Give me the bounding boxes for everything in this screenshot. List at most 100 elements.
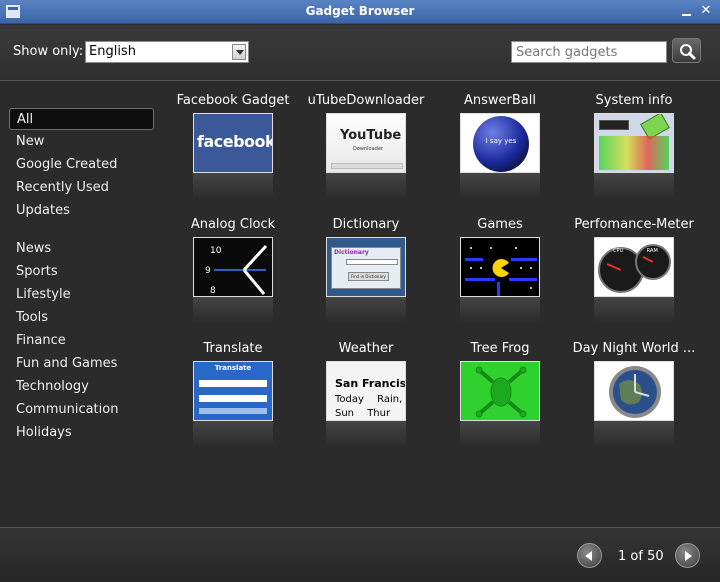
games-thumbnail[interactable] [460, 237, 540, 297]
dictionary-thumbnail[interactable]: Dictionary Find in Dictionary [326, 237, 406, 297]
category-fun-and-games[interactable]: Fun and Games [9, 353, 154, 375]
category-all[interactable]: All [9, 108, 154, 130]
weather-thumbnail[interactable]: San Francisco Today Rain, Sun Thur [326, 361, 406, 421]
analog-clock-thumbnail[interactable]: 10 9 8 [193, 237, 273, 297]
performance-meter-thumbnail[interactable]: CPU RAM [594, 237, 674, 297]
page-indicator: 1 of 50 [618, 549, 664, 564]
gadget-tile[interactable]: System info [567, 93, 701, 217]
gadget-tile[interactable]: Analog Clock 10 9 8 [166, 217, 300, 341]
gadget-name: System info [595, 93, 673, 108]
dictionary-panel: Dictionary Find in Dictionary [331, 247, 401, 289]
gadget-tile[interactable]: Perfomance-Meter CPU RAM [567, 217, 701, 341]
gadget-name: Facebook Gadget [176, 93, 290, 108]
gadget-tile[interactable]: Dictionary Dictionary Find in Dictionary [299, 217, 433, 341]
category-google-created[interactable]: Google Created [9, 154, 154, 176]
close-button[interactable]: ✕ [699, 4, 713, 18]
thumbnail-reflection [594, 421, 674, 447]
gadget-tile[interactable]: Weather San Francisco Today Rain, Sun Th… [299, 341, 433, 465]
category-news[interactable]: News [9, 238, 154, 260]
search-icon [680, 44, 696, 60]
pacman-icon [465, 247, 537, 296]
tree-frog-thumbnail[interactable] [460, 361, 540, 421]
thumbnail-reflection [460, 173, 540, 199]
minimize-button[interactable] [681, 4, 693, 18]
thumbnail-text: Dictionary [334, 249, 369, 256]
gadget-name: Perfomance-Meter [574, 217, 694, 232]
category-finance[interactable]: Finance [9, 330, 154, 352]
frog-icon [475, 366, 527, 418]
category-communication[interactable]: Communication [9, 399, 154, 421]
thumbnail-reflection [594, 297, 674, 323]
gadget-tile[interactable]: Facebook Gadget facebook [166, 93, 300, 217]
thumbnail-bar [331, 163, 403, 169]
gadget-name: Dictionary [332, 217, 400, 232]
category-holidays[interactable]: Holidays [9, 422, 154, 444]
gadget-name: Games [477, 217, 523, 232]
day-night-world-thumbnail[interactable] [594, 361, 674, 421]
gadget-name: AnswerBall [464, 93, 536, 108]
category-sports[interactable]: Sports [9, 261, 154, 283]
thumbnail-text: CPU RAM [613, 248, 658, 254]
thumbnail-reflection [594, 173, 674, 199]
word-field [346, 259, 398, 265]
source-field [199, 380, 267, 387]
system-info-thumbnail[interactable] [594, 113, 674, 173]
gadget-name: Day Night World ... [572, 341, 696, 356]
thumbnail-reflection [326, 297, 406, 323]
filter-bar: Show only: English [0, 25, 720, 81]
svg-text:10: 10 [210, 246, 222, 256]
translate-controls [199, 408, 267, 414]
thumbnail-subtext: Find in Dictionary [348, 272, 389, 281]
svg-text:9: 9 [205, 266, 211, 276]
thumbnail-reflection [460, 421, 540, 447]
category-tools[interactable]: Tools [9, 307, 154, 329]
gadget-tile[interactable]: Tree Frog [433, 341, 567, 465]
thumbnail-subtext: Downloader [353, 146, 383, 152]
thumbnail-subtext: Today Rain, Sun Thur [335, 394, 403, 419]
thumbnail-text: Translate [214, 364, 252, 372]
gadget-tile[interactable]: Games [433, 217, 567, 341]
gadget-name: Translate [203, 341, 263, 356]
thumbnail-reflection [326, 173, 406, 199]
thumbnail-text: YouTube [340, 128, 402, 143]
next-page-button[interactable] [675, 543, 700, 568]
search-input[interactable] [511, 41, 667, 63]
category-updates[interactable]: Updates [9, 200, 154, 222]
thumbnail-reflection [460, 297, 540, 323]
title-bar: Gadget Browser ✕ [0, 0, 720, 24]
world-clock-icon [609, 366, 661, 418]
category-recently-used[interactable]: Recently Used [9, 177, 154, 199]
pagination-bar: 1 of 50 [0, 527, 720, 582]
clock-icon: 10 9 8 [205, 244, 268, 296]
utube-thumbnail[interactable]: YouTube Downloader [326, 113, 406, 173]
previous-page-button[interactable] [577, 543, 602, 568]
thumbnail-text: facebook [197, 132, 273, 151]
answerball-thumbnail[interactable]: I say yes [460, 113, 540, 173]
gadget-tile[interactable]: Day Night World ... [567, 341, 701, 465]
show-only-label: Show only: [13, 44, 84, 59]
language-select[interactable]: English [85, 41, 249, 63]
search-button[interactable] [672, 38, 701, 63]
gadget-tile[interactable]: AnswerBall I say yes [433, 93, 567, 217]
gadget-tile[interactable]: Translate Translate [166, 341, 300, 465]
memory-graph-icon [599, 136, 669, 170]
thumbnail-reflection [326, 421, 406, 447]
language-value: English [89, 44, 136, 59]
gadget-name: uTubeDownloader [307, 93, 425, 108]
category-technology[interactable]: Technology [9, 376, 154, 398]
thumbnail-text: I say yes [485, 137, 517, 145]
gauge-icon [598, 244, 671, 293]
category-new[interactable]: New [9, 131, 154, 153]
facebook-thumbnail[interactable]: facebook [193, 113, 273, 173]
window-title: Gadget Browser [305, 4, 415, 18]
category-lifestyle[interactable]: Lifestyle [9, 284, 154, 306]
thumbnail-reflection [193, 297, 273, 323]
thumbnail-reflection [193, 173, 273, 199]
gadget-tile[interactable]: uTubeDownloader YouTube Downloader [299, 93, 433, 217]
thumbnail-reflection [193, 421, 273, 447]
thumbnail-text: San Francisco [335, 377, 406, 390]
battery-icon [599, 120, 629, 130]
translate-thumbnail[interactable]: Translate [193, 361, 273, 421]
chevron-down-icon[interactable] [232, 44, 246, 60]
gadget-name: Weather [338, 341, 394, 356]
